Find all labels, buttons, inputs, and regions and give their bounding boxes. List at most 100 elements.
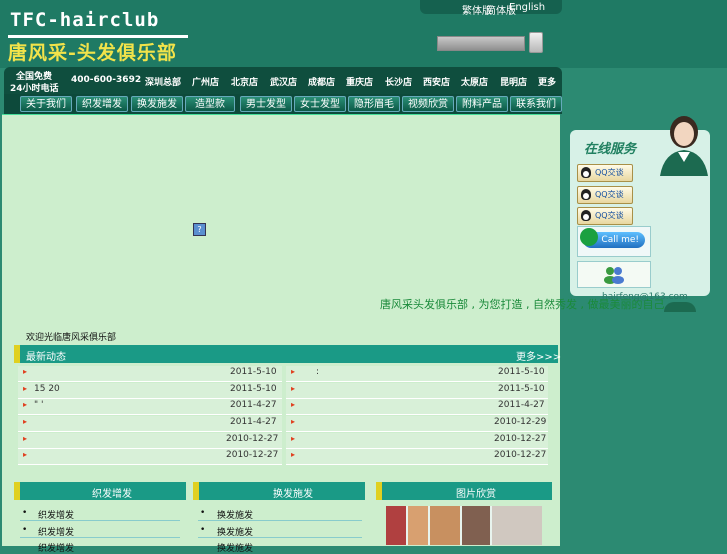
store-link-chongqing[interactable]: 重庆店 [346,75,373,88]
news-row[interactable]: ▸ " ' 2011-4-27 [18,399,282,415]
news-more-link[interactable]: 更多>>> [516,348,561,363]
news-row[interactable]: ▸ 15 20 2011-5-10 [18,383,282,399]
gallery-photo[interactable] [492,506,542,545]
news-date: 2011-5-10 [498,384,545,394]
nav-replace[interactable]: 换发施发 [131,96,183,112]
qq-chat-button-3[interactable]: QQ交谈 [577,207,633,225]
store-link-guangzhou[interactable]: 广州店 [192,75,219,88]
news-row[interactable]: ▸ 2010-12-27 [286,449,548,465]
gallery-photo[interactable] [408,506,428,545]
logo-chinese[interactable]: 唐风采-头发俱乐部 [8,38,177,65]
news-row[interactable]: ▸ 2010-12-27 [286,433,548,449]
nav-contact[interactable]: 联系我们 [510,96,562,112]
nav-about[interactable]: 关于我们 [20,96,72,112]
section-link[interactable]: 换发施发 [217,541,253,554]
arrow-bullet-icon: ▸ [23,450,28,459]
main-nav: 关于我们 织发增发 换发施发 造型款 男士发型 女士发型 隐形眉毛 视频欣赏 附… [4,94,562,114]
arrow-bullet-icon: ▸ [291,367,296,376]
nav-eyebrow[interactable]: 隐形眉毛 [348,96,400,112]
news-date: 2010-12-27 [226,450,279,460]
link-english[interactable]: English [509,2,545,13]
news-date: 2010-12-27 [494,450,547,460]
service-email[interactable]: hairfeng@163.com [602,292,688,302]
store-link-shenzhen[interactable]: 深圳总部 [145,75,181,88]
bullet-icon: • [200,508,206,518]
qq-penguin-icon [581,189,591,200]
arrow-bullet-icon: ▸ [291,384,296,393]
phone-icon [580,228,598,246]
store-link-chengdu[interactable]: 成都店 [308,75,335,88]
divider [20,537,180,538]
section-title-replace[interactable]: 换发施发 [273,485,313,500]
arrow-bullet-icon: ▸ [23,417,28,426]
gallery-photo-strip[interactable] [386,506,542,545]
decorative-grass [664,302,696,312]
news-date: 2011-4-27 [498,400,545,410]
hotline-phone: 400-600-3692 [71,75,142,85]
news-row[interactable]: ▸ 2010-12-29 [286,416,548,432]
msn-people-icon [604,267,624,284]
search-button[interactable] [529,32,543,53]
arrow-bullet-icon: ▸ [291,400,296,409]
section-link[interactable]: 织发增发 [38,541,74,554]
divider [198,520,362,521]
news-row[interactable]: ▸ 2010-12-27 [18,449,282,465]
news-text[interactable]: " ' [34,400,43,410]
store-link-changsha[interactable]: 长沙店 [385,75,412,88]
news-text[interactable]: : [316,367,319,377]
news-date: 2010-12-27 [226,434,279,444]
gallery-photo[interactable] [386,506,406,545]
nav-women[interactable]: 女士发型 [294,96,346,112]
news-row[interactable]: ▸ 2011-5-10 [18,366,282,382]
store-link-kunming[interactable]: 昆明店 [500,75,527,88]
nav-products[interactable]: 附料产品 [456,96,508,112]
arrow-bullet-icon: ▸ [23,400,28,409]
qq-penguin-icon [581,210,591,221]
arrow-bullet-icon: ▸ [23,434,28,443]
store-link-wuhan[interactable]: 武汉店 [270,75,297,88]
news-row[interactable]: ▸ : 2011-5-10 [286,366,548,382]
hotline-label-2: 24小时电话 [10,84,59,94]
nav-video[interactable]: 视频欣赏 [402,96,454,112]
divider [20,520,180,521]
news-row[interactable]: ▸ 2010-12-27 [18,433,282,449]
nav-men[interactable]: 男士发型 [240,96,292,112]
store-link-xian[interactable]: 西安店 [423,75,450,88]
welcome-text: 欢迎光临唐风采俱乐部 [26,333,117,343]
divider [198,537,362,538]
news-row[interactable]: ▸ 2011-5-10 [286,383,548,399]
arrow-bullet-icon: ▸ [23,367,28,376]
section-title-weave[interactable]: 织发增发 [92,485,132,500]
news-row[interactable]: ▸ 2011-4-27 [286,399,548,415]
arrow-bullet-icon: ▸ [23,384,28,393]
arrow-bullet-icon: ▸ [291,417,296,426]
news-row[interactable]: ▸ 2011-4-27 [18,416,282,432]
news-date: 2011-4-27 [230,417,277,427]
store-link-beijing[interactable]: 北京店 [231,75,258,88]
service-agent-avatar [660,116,708,176]
news-date: 2011-4-27 [230,400,277,410]
language-links: 繁体版 简体版 English [420,0,562,17]
logo-english[interactable]: TFC-hairclub [10,9,159,31]
news-date: 2011-5-10 [230,367,277,377]
search-input[interactable] [437,36,525,51]
nav-weave[interactable]: 织发增发 [76,96,128,112]
qq-chat-button-2[interactable]: QQ交谈 [577,186,633,204]
arrow-bullet-icon: ▸ [291,434,296,443]
gallery-photo[interactable] [430,506,460,545]
bullet-icon: • [22,508,28,518]
qq-chat-button-1[interactable]: QQ交谈 [577,164,633,182]
nav-styles[interactable]: 造型款 [185,96,235,112]
gallery-photo[interactable] [462,506,490,545]
store-link-taiyuan[interactable]: 太原店 [461,75,488,88]
news-title: 最新动态 [26,352,66,363]
msn-button[interactable] [577,261,651,288]
store-link-more[interactable]: 更多 [538,75,556,88]
store-bar: 全国免费 24小时电话 400-600-3692 深圳总部 广州店 北京店 武汉… [4,67,562,94]
news-text[interactable]: 15 20 [34,384,60,394]
section-title-gallery[interactable]: 图片欣赏 [456,485,496,500]
arrow-bullet-icon: ▸ [291,450,296,459]
online-service-title: 在线服务 [584,142,637,157]
missing-plugin-icon[interactable]: ? [193,223,206,236]
qq-penguin-icon [581,167,591,178]
